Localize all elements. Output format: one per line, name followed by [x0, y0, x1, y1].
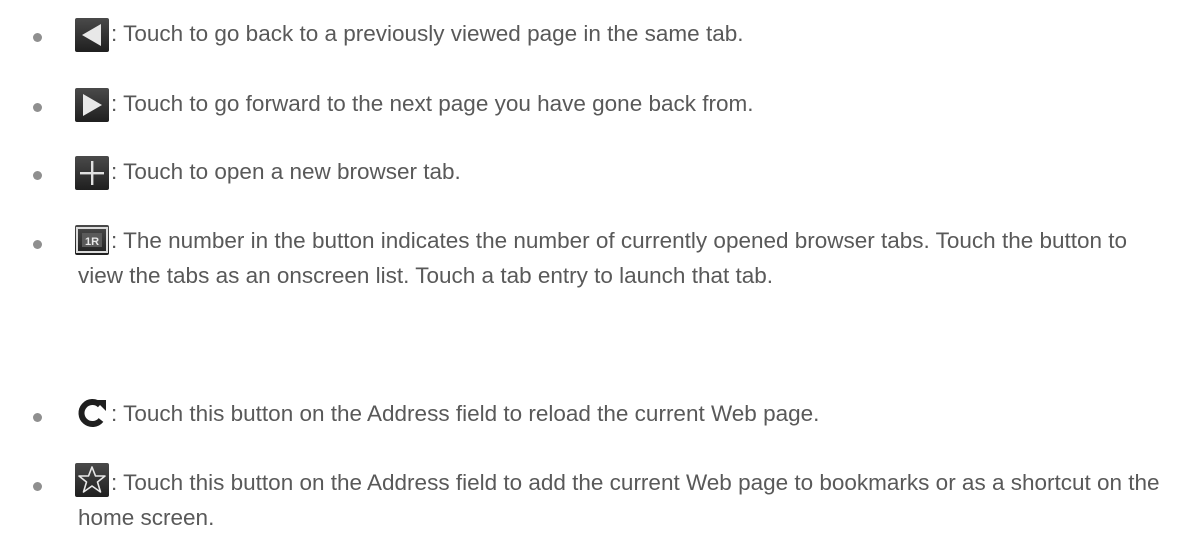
item-text: : Touch this button on the Address field…: [111, 401, 820, 426]
bullet-dot: [33, 413, 42, 422]
bullet-dot: [33, 103, 42, 112]
item-text: : The number in the button indicates the…: [78, 228, 1128, 288]
bullet-dot: [33, 171, 42, 180]
item-text: : Touch to go forward to the next page y…: [111, 91, 754, 116]
item-text: : Touch to open a new browser tab.: [111, 159, 461, 184]
bullet-dot: [33, 33, 42, 42]
bullet-dot: [33, 482, 42, 491]
bullet-dot: [33, 240, 42, 249]
item-text: : Touch to go back to a previously viewe…: [111, 21, 744, 46]
item-text: : Touch this button on the Address field…: [78, 470, 1160, 530]
